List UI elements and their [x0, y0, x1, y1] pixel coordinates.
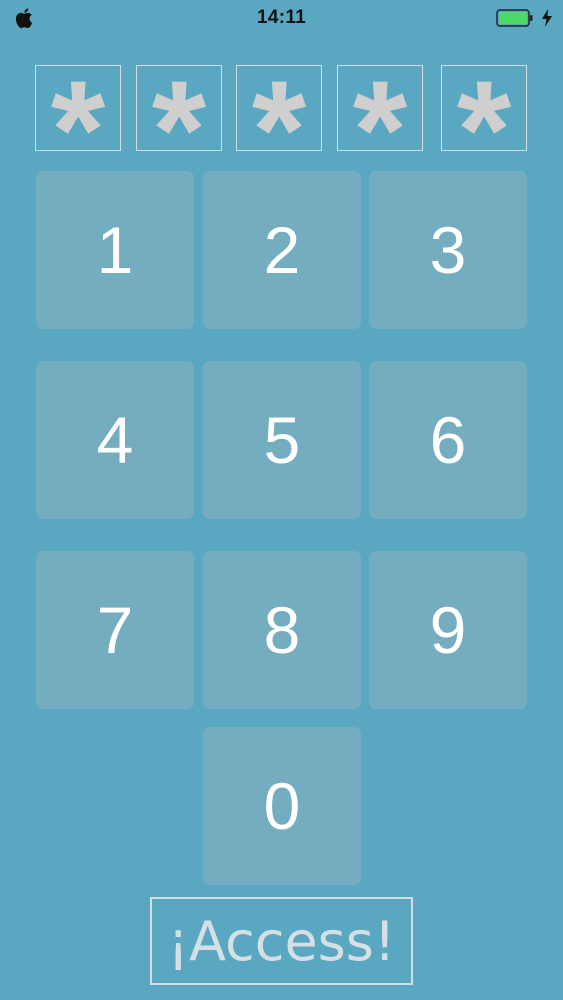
- pin-slot-symbol: *: [50, 65, 106, 151]
- keypad-key-9[interactable]: 9: [369, 551, 527, 709]
- keypad-key-3[interactable]: 3: [369, 171, 527, 329]
- pin-slot-symbol: *: [456, 65, 512, 151]
- status-bar: 14:11: [0, 0, 563, 36]
- charging-bolt-icon: [542, 9, 552, 27]
- access-button[interactable]: ¡Access!: [150, 897, 413, 985]
- pin-slot-2: *: [136, 65, 222, 151]
- keypad-key-0[interactable]: 0: [203, 727, 361, 885]
- pin-slot-symbol: *: [251, 65, 307, 151]
- keypad-key-1[interactable]: 1: [36, 171, 194, 329]
- battery-icon: [496, 9, 533, 27]
- status-time: 14:11: [256, 7, 307, 28]
- keypad-key-5[interactable]: 5: [203, 361, 361, 519]
- keypad-key-7[interactable]: 7: [36, 551, 194, 709]
- pin-slot-4: *: [337, 65, 423, 151]
- keypad-key-2[interactable]: 2: [203, 171, 361, 329]
- pin-slot-1: *: [35, 65, 121, 151]
- keypad-key-8[interactable]: 8: [203, 551, 361, 709]
- pin-slot-3: *: [236, 65, 322, 151]
- pin-slot-5: *: [441, 65, 527, 151]
- keypad-key-4[interactable]: 4: [36, 361, 194, 519]
- pin-slot-symbol: *: [151, 65, 207, 151]
- pin-slot-symbol: *: [352, 65, 408, 151]
- keypad-key-6[interactable]: 6: [369, 361, 527, 519]
